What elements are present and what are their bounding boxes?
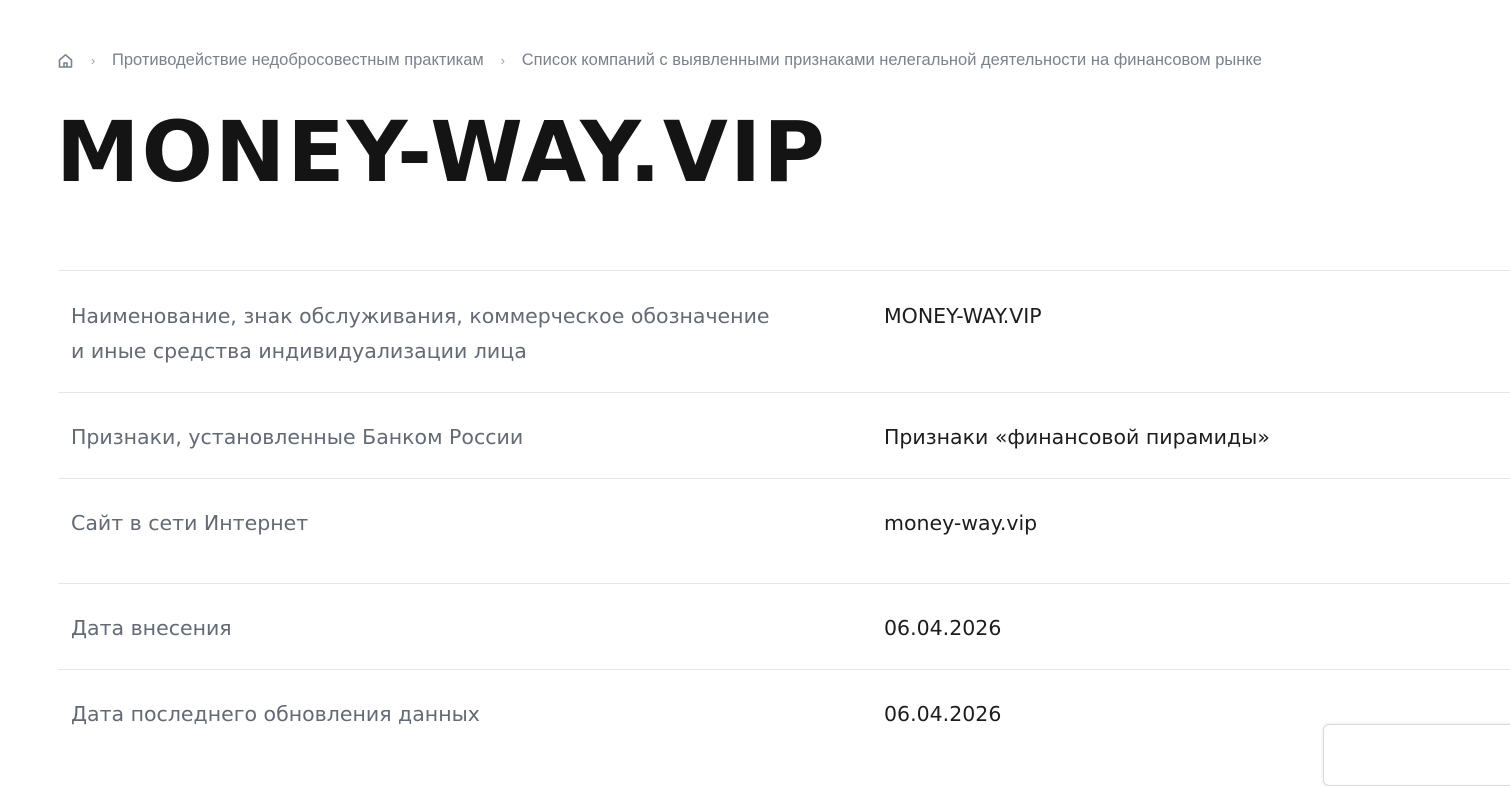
details-row-added-date: Дата внесения 06.04.2026	[58, 583, 1510, 669]
page-title: MONEY-WAY.VIP	[56, 103, 827, 201]
row-label: Признаки, установленные Банком России	[71, 425, 524, 449]
breadcrumb-item-counteraction[interactable]: Противодействие недобросовестным практик…	[112, 51, 484, 70]
row-value: 06.04.2026	[884, 616, 1002, 640]
details-row-signs: Признаки, установленные Банком России Пр…	[58, 392, 1510, 478]
row-value: 06.04.2026	[884, 702, 1002, 726]
row-value: money-way.vip	[884, 511, 1038, 535]
details-row-website: Сайт в сети Интернет money-way.vip	[58, 478, 1510, 583]
details-row-updated-date: Дата последнего обновления данных 06.04.…	[58, 669, 1510, 759]
home-icon	[58, 53, 73, 68]
breadcrumb-item-company-list[interactable]: Список компаний с выявленными признаками…	[522, 51, 1262, 70]
breadcrumb-home-link[interactable]	[57, 52, 74, 69]
row-label: Дата последнего обновления данных	[71, 702, 480, 726]
breadcrumb: › Противодействие недобросовестным практ…	[57, 48, 1262, 72]
details-table: Наименование, знак обслуживания, коммерч…	[58, 270, 1510, 759]
row-label: Сайт в сети Интернет	[71, 511, 309, 535]
row-label: Наименование, знак обслуживания, коммерч…	[71, 304, 770, 363]
breadcrumb-separator: ›	[90, 52, 96, 68]
breadcrumb-separator: ›	[500, 52, 505, 68]
row-label: Дата внесения	[71, 616, 232, 640]
floating-widget[interactable]	[1323, 724, 1510, 786]
row-value: Признаки «финансовой пирамиды»	[884, 425, 1270, 449]
details-row-name: Наименование, знак обслуживания, коммерч…	[58, 270, 1510, 392]
row-value: MONEY-WAY.VIP	[884, 304, 1042, 328]
